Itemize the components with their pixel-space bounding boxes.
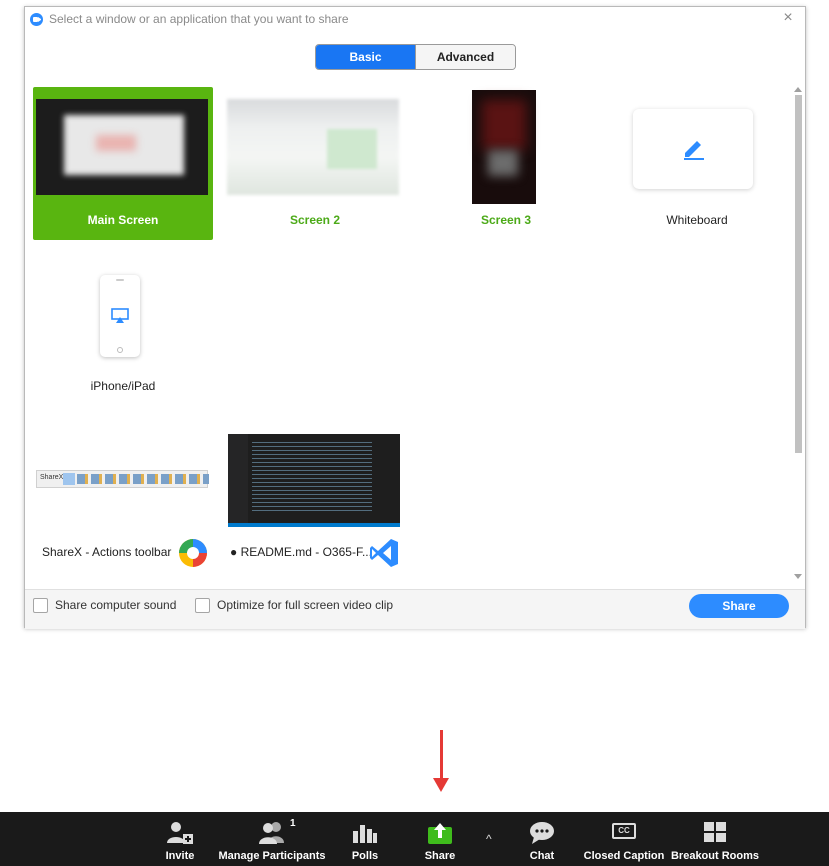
toolbar-manage-participants[interactable]: Manage Participants (216, 812, 328, 866)
participants-count-badge: 1 (290, 818, 296, 829)
toolbar-polls[interactable]: Polls (340, 812, 390, 866)
share-screen-dialog: Select a window or an application that y… (24, 6, 806, 629)
dialog-titlebar: Select a window or an application that y… (25, 7, 805, 33)
polls-icon (353, 825, 377, 843)
red-arrow-head (433, 778, 449, 792)
invite-icon (167, 822, 193, 844)
tile-label-screen-3: Screen 3 (480, 213, 532, 227)
toolbar-closed-caption[interactable]: CC Closed Caption (582, 812, 666, 866)
screen-3-thumbnail (472, 90, 536, 204)
airplay-icon (111, 308, 129, 323)
tile-label-main-screen: Main Screen (87, 213, 159, 227)
zoom-app-icon (30, 13, 43, 26)
cc-icon: CC (612, 823, 636, 839)
pencil-icon (684, 141, 704, 160)
share-tabs: Basic Advanced (315, 44, 516, 70)
polls-label: Polls (351, 850, 379, 862)
invite-label: Invite (165, 850, 195, 862)
chat-label: Chat (529, 850, 555, 862)
chat-icon (530, 822, 554, 844)
tile-label-screen-2: Screen 2 (289, 213, 341, 227)
tab-basic[interactable]: Basic (316, 45, 415, 69)
share-label: Share (424, 850, 456, 862)
share-icon (428, 823, 452, 844)
scroll-down-arrow-icon[interactable] (794, 574, 802, 579)
scroll-thumb[interactable] (795, 95, 802, 453)
share-options-caret-icon[interactable]: ^ (486, 832, 492, 846)
optimize-video-label: Optimize for full screen video clip (217, 598, 394, 612)
breakout-rooms-icon (704, 822, 726, 842)
toolbar-invite[interactable]: Invite (155, 812, 205, 866)
red-arrow-line (440, 730, 443, 780)
dialog-title: Select a window or an application that y… (49, 12, 349, 26)
tile-screen-3[interactable]: Screen 3 (416, 87, 596, 240)
readme-thumbnail (228, 434, 400, 527)
tile-screen-2[interactable]: Screen 2 (225, 87, 405, 240)
phone-graphic (100, 275, 140, 357)
toolbar-breakout-rooms[interactable]: Breakout Rooms (670, 812, 760, 866)
scrollbar[interactable] (791, 83, 805, 579)
close-icon[interactable]: × (780, 10, 796, 26)
tile-main-screen[interactable]: Main Screen (33, 87, 213, 240)
share-sound-label: Share computer sound (55, 598, 177, 612)
manage-participants-label: Manage Participants (218, 850, 326, 862)
breakout-rooms-label: Breakout Rooms (670, 850, 760, 862)
tile-label-whiteboard: Whiteboard (666, 213, 728, 227)
tab-advanced[interactable]: Advanced (415, 45, 515, 69)
whiteboard-card (633, 109, 753, 189)
scroll-up-arrow-icon[interactable] (794, 87, 802, 92)
share-button[interactable]: Share (689, 594, 789, 618)
share-sound-checkbox[interactable] (33, 598, 48, 613)
tile-label-readme: ● README.md - O365-F... (230, 545, 372, 559)
tile-sharex-actions-toolbar[interactable]: ShareX ShareX - Actions toolbar (33, 432, 213, 572)
closed-caption-label: Closed Caption (583, 850, 665, 862)
sharex-thumbnail: ShareX (36, 470, 209, 488)
tile-readme-vscode[interactable]: ● README.md - O365-F... (225, 432, 405, 572)
tile-label-iphone-ipad: iPhone/iPad (90, 379, 156, 393)
vscode-logo-icon (370, 539, 398, 567)
screen-2-thumbnail (227, 99, 399, 195)
toolbar-share[interactable]: Share (415, 812, 465, 866)
sharex-logo-icon (179, 539, 207, 567)
toolbar-chat[interactable]: Chat (517, 812, 567, 866)
sharex-toolbar-text: ShareX (40, 474, 64, 481)
tile-label-sharex: ShareX - Actions toolbar (42, 545, 172, 559)
participants-icon (259, 822, 284, 844)
main-screen-thumbnail (36, 99, 208, 195)
optimize-video-checkbox[interactable] (195, 598, 210, 613)
cc-icon-text: CC (618, 826, 630, 835)
